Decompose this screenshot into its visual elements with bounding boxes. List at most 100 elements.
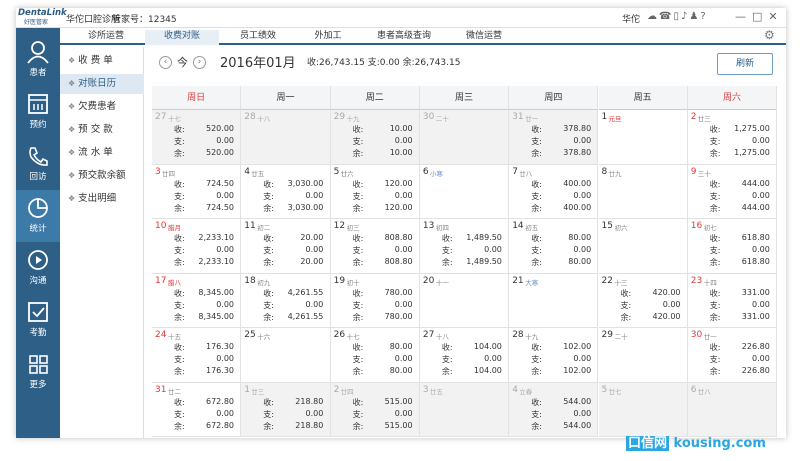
calendar-day-cell[interactable]: 24 十五 收: 176.30 支: 0.00 余: 176.30 (152, 328, 242, 383)
refresh-button[interactable]: 刷新 (717, 53, 773, 75)
income-value: 400.00 (563, 178, 592, 188)
calendar-day-cell[interactable]: 19 初十 收: 780.00 支: 0.00 余: 780.00 (330, 273, 420, 328)
calendar-day-cell[interactable]: 5 廿七 (598, 382, 688, 437)
help-icon[interactable]: ? (700, 11, 707, 22)
calendar-day-cell[interactable]: 8 廿九 (598, 164, 688, 219)
tab-wechat-operations[interactable]: 微信运营 (452, 30, 516, 45)
calendar-day-cell[interactable]: 7 廿八 收: 400.00 支: 0.00 余: 400.00 (509, 164, 599, 219)
calendar-day-cell[interactable]: 17 腊八 收: 8,345.00 支: 0.00 余: 8,345.00 (152, 273, 242, 328)
lunar-date: 廿二 (168, 387, 181, 396)
calendar-day-cell[interactable]: 29 十九 收: 10.00 支: 0.00 余: 10.00 (330, 110, 420, 165)
lunar-date: 初二 (257, 224, 271, 232)
calendar-day-cell[interactable]: 23 十四 收: 331.00 支: 0.00 余: 331.00 (687, 273, 778, 328)
subnav-item[interactable]: ❖ 预交款余额 (60, 166, 144, 186)
calendar-day-cell[interactable]: 11 初二 收: 20.00 支: 0.00 余: 20.00 (241, 219, 331, 274)
tab-staff-performance[interactable]: 员工绩效 (222, 30, 294, 45)
calendar-day-cell[interactable]: 6 廿八 (687, 382, 778, 437)
calendar-day-cell[interactable]: 15 初六 (598, 219, 688, 274)
today-button[interactable]: 今 (177, 56, 188, 69)
sidebar-item-attendance[interactable]: 考勤 (16, 294, 60, 346)
calendar-day-cell[interactable]: 2 廿三 收: 1,275.00 支: 0.00 余: 1,275.00 (687, 110, 778, 165)
income-label: 收: (441, 234, 453, 243)
calendar-day-cell[interactable]: 20 十一 (419, 273, 510, 328)
calendar-day-cell[interactable]: 2 廿四 收: 515.00 支: 0.00 余: 515.00 (330, 382, 420, 437)
income-label: 收: (174, 234, 185, 243)
subnav-item[interactable]: ❖ 收 费 单 (60, 51, 144, 71)
calendar-day-cell[interactable]: 5 廿六 收: 120.00 支: 0.00 余: 120.00 (330, 164, 420, 219)
calendar-day-cell[interactable]: 6 小寒 (419, 164, 510, 219)
calendar-day-cell[interactable]: 3 廿四 收: 724.50 支: 0.00 余: 724.50 (152, 164, 242, 219)
lunar-date: 十九 (525, 333, 539, 341)
calendar-day-cell[interactable]: 28 十八 (241, 110, 331, 165)
balance-label: 余: (352, 258, 364, 267)
calendar-day-cell[interactable]: 26 十七 收: 80.00 支: 0.00 余: 80.00 (330, 328, 420, 383)
income-value: 1,489.50 (466, 233, 502, 242)
calendar-day-cell[interactable]: 31 廿一 收: 378.80 支: 0.00 余: 378.80 (509, 110, 599, 165)
tablet-icon[interactable]: ▯ (673, 11, 681, 22)
tshirt-icon[interactable]: ♟ (689, 11, 700, 22)
subnav-item[interactable]: ❖ 支出明细 (60, 189, 144, 209)
phone-icon[interactable]: ☎ (659, 11, 673, 22)
calendar-day-cell[interactable]: 21 大寒 (509, 273, 599, 328)
sidebar-item-communication[interactable]: 沟通 (16, 242, 60, 294)
tab-fee-reconciliation[interactable]: 收费对账 (145, 30, 219, 45)
calendar-day-cell[interactable]: 25 十六 (241, 328, 331, 383)
lunar-date: 二十 (435, 115, 449, 123)
calendar-day-cell[interactable]: 31 廿二 收: 672.80 支: 0.00 余: 672.80 (152, 382, 242, 437)
prev-month-button[interactable]: ‹ (159, 55, 172, 69)
income-label: 收: (352, 343, 364, 352)
expense-value: 0.00 (216, 245, 234, 254)
minimize-icon[interactable]: — (735, 10, 746, 23)
calendar-day-cell[interactable]: 14 初五 收: 80.00 支: 0.00 余: 80.00 (509, 219, 599, 274)
calendar-day-cell[interactable]: 28 十九 收: 102.00 支: 0.00 余: 102.00 (509, 328, 599, 383)
balance-label: 余: (352, 421, 364, 431)
user-name[interactable]: 华佗 (622, 12, 640, 25)
tab-clinic-operations[interactable]: 诊所运营 (70, 30, 142, 45)
month-title: 2016年01月 (220, 56, 296, 71)
calendar-day-cell[interactable]: 1 廿三 收: 218.80 支: 0.00 余: 218.80 (241, 382, 331, 437)
gear-icon[interactable]: ⚙ (764, 28, 775, 42)
next-month-button[interactable]: › (193, 55, 206, 69)
calendar-day-cell[interactable]: 3 廿五 (419, 382, 510, 437)
tab-advanced-patient-query[interactable]: 患者高级查询 (360, 30, 448, 45)
lunar-date: 十五 (168, 333, 181, 341)
sidebar-label: 预约 (29, 120, 47, 130)
balance-value: 544.00 (563, 420, 592, 430)
sidebar-item-patients[interactable]: 患者 (16, 34, 60, 86)
subnav-item-active[interactable]: ❖ 对账日历 (60, 74, 144, 94)
sidebar-item-statistics[interactable]: 统计 (16, 190, 60, 242)
subnav-item[interactable]: ❖ 欠费患者 (60, 97, 144, 117)
calendar-day-cell[interactable]: 27 十八 收: 104.00 支: 0.00 余: 104.00 (419, 328, 510, 383)
calendar-day-cell[interactable]: 18 初九 收: 4,261.55 支: 0.00 余: 4,261.55 (241, 273, 331, 328)
calendar-day-cell[interactable]: 4 立春 收: 544.00 支: 0.00 余: 544.00 (509, 382, 599, 437)
title-bar: DentaLink 好医管家 华佗口腔诊所 管家号：12345 华佗 ☁☎▯♪♟?… (16, 8, 786, 28)
wechat-icon[interactable]: ☁ (647, 11, 659, 22)
calendar-day-cell[interactable]: 9 三十 收: 444.00 支: 0.00 余: 444.00 (687, 164, 778, 219)
calendar-day-cell[interactable]: 29 二十 (598, 328, 688, 383)
calendar-day-cell[interactable]: 30 二十 (419, 110, 510, 165)
calendar-day-cell[interactable]: 27 十七 收: 520.00 支: 0.00 余: 520.00 (152, 110, 242, 165)
subnav-item[interactable]: ❖ 流 水 单 (60, 143, 144, 163)
lunar-date: 初三 (346, 224, 360, 232)
calendar-day-cell[interactable]: 30 廿一 收: 226.80 支: 0.00 余: 226.80 (687, 328, 778, 383)
diamond-icon: ❖ (68, 148, 76, 157)
calendar-day-cell[interactable]: 10 腊月 收: 2,233.10 支: 0.00 余: 2,233.10 (152, 219, 242, 274)
calendar-day-cell[interactable]: 13 初四 收: 1,489.50 支: 0.00 余: 1,489.50 (419, 219, 510, 274)
close-icon[interactable]: ✕ (768, 10, 777, 23)
calendar-day-cell[interactable]: 16 初七 收: 618.80 支: 0.00 余: 618.80 (687, 219, 778, 274)
income-label: 收: (174, 397, 185, 407)
sidebar-item-more[interactable]: 更多 (16, 346, 60, 398)
weekday-header: 周五 (598, 86, 688, 110)
income-label: 收: (531, 125, 542, 134)
sidebar-item-followup[interactable]: 回访 (16, 138, 60, 190)
calendar-day-cell[interactable]: 4 廿五 收: 3,030.00 支: 0.00 余: 3,030.00 (241, 164, 331, 219)
calendar-day-cell[interactable]: 1 元旦 (598, 110, 688, 165)
income-label: 收: (263, 397, 274, 407)
calendar-day-cell[interactable]: 22 十三 收: 420.00 支: 0.00 余: 420.00 (598, 273, 688, 328)
calendar-day-cell[interactable]: 12 初三 收: 808.80 支: 0.00 余: 808.80 (330, 219, 420, 274)
balance-label: 余: (441, 367, 453, 376)
sidebar-item-appointments[interactable]: 预约 (16, 86, 60, 138)
subnav-item[interactable]: ❖ 预 交 款 (60, 120, 144, 140)
tab-outsourcing[interactable]: 外加工 (298, 30, 358, 45)
maximize-icon[interactable]: □ (752, 10, 762, 23)
